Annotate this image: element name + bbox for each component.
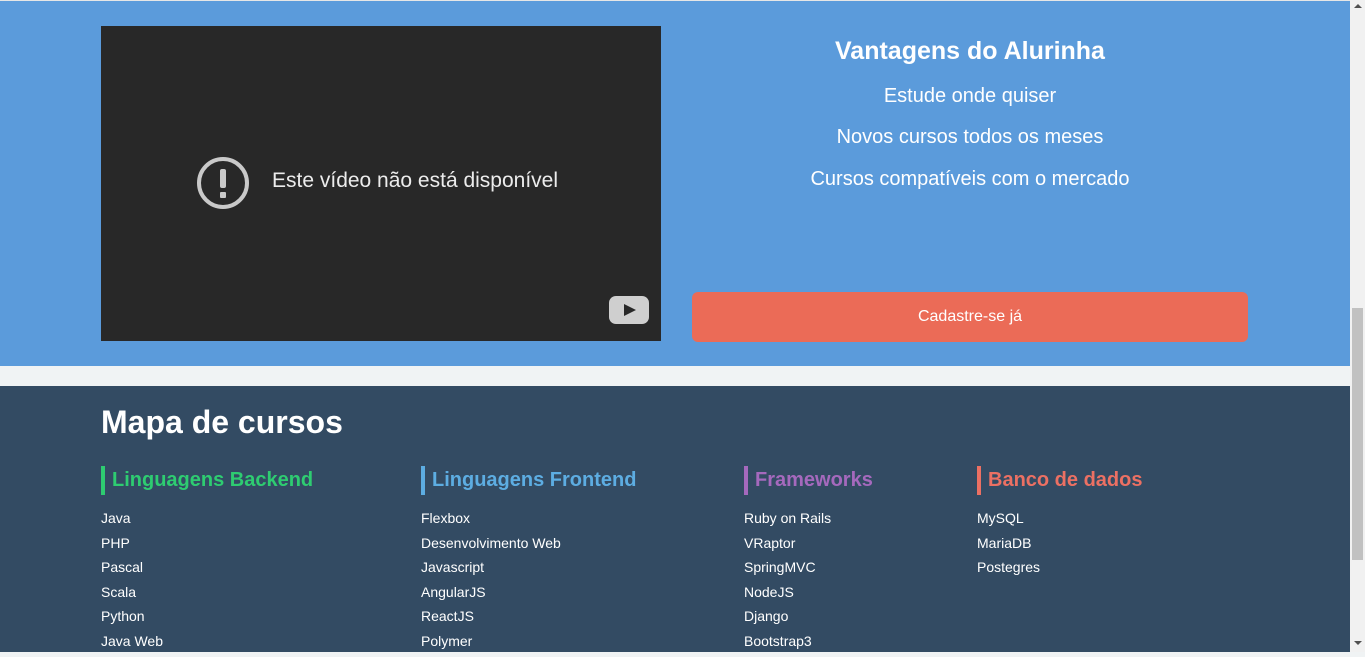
course-link[interactable]: Django <box>744 608 873 633</box>
advantages-section: Este vídeo não está disponível Vantagens… <box>0 1 1350 366</box>
course-link[interactable]: Scala <box>101 584 313 609</box>
course-link[interactable]: Flexbox <box>421 510 636 535</box>
youtube-logo-icon[interactable] <box>609 296 649 324</box>
course-link[interactable]: ReactJS <box>421 608 636 633</box>
course-list: Flexbox Desenvolvimento Web Javascript A… <box>421 510 636 657</box>
course-map-footer: Mapa de cursos Linguagens Backend Java P… <box>0 386 1350 652</box>
advantage-item: Cursos compatíveis com o mercado <box>692 168 1248 191</box>
advantage-item: Estude onde quiser <box>692 85 1248 108</box>
course-link[interactable]: Java <box>101 510 313 535</box>
course-link[interactable]: Javascript <box>421 559 636 584</box>
course-link[interactable]: SpringMVC <box>744 559 873 584</box>
column-heading: Banco de dados <box>977 466 1142 495</box>
course-link[interactable]: NodeJS <box>744 584 873 609</box>
video-unavailable-message: Este vídeo não está disponível <box>272 169 558 193</box>
vertical-scrollbar[interactable] <box>1350 0 1365 652</box>
course-link[interactable]: Desenvolvimento Web <box>421 535 636 560</box>
scroll-up-arrow-icon[interactable] <box>1354 4 1362 8</box>
warning-circle-icon <box>197 157 249 209</box>
course-link[interactable]: Bootstrap3 <box>744 633 873 657</box>
course-link[interactable]: MySQL <box>977 510 1142 535</box>
course-link[interactable]: Python <box>101 608 313 633</box>
course-column-frontend: Linguagens Frontend Flexbox Desenvolvime… <box>421 466 636 657</box>
course-link[interactable]: MariaDB <box>977 535 1142 560</box>
course-link[interactable]: Polymer <box>421 633 636 657</box>
course-column-backend: Linguagens Backend Java PHP Pascal Scala… <box>101 466 313 657</box>
course-link[interactable]: Postegres <box>977 559 1142 584</box>
column-heading: Frameworks <box>744 466 873 495</box>
signup-button[interactable]: Cadastre-se já <box>692 292 1248 342</box>
course-link[interactable]: Java Web <box>101 633 313 657</box>
course-column-frameworks: Frameworks Ruby on Rails VRaptor SpringM… <box>744 466 873 657</box>
scroll-down-arrow-icon[interactable] <box>1354 641 1362 645</box>
course-list: MySQL MariaDB Postegres <box>977 510 1142 584</box>
advantage-item: Novos cursos todos os meses <box>692 126 1248 149</box>
column-heading: Linguagens Frontend <box>421 466 636 495</box>
course-list: Ruby on Rails VRaptor SpringMVC NodeJS D… <box>744 510 873 657</box>
course-column-databases: Banco de dados MySQL MariaDB Postegres <box>977 466 1142 584</box>
course-link[interactable]: AngularJS <box>421 584 636 609</box>
scrollbar-thumb[interactable] <box>1352 308 1363 560</box>
course-map-title: Mapa de cursos <box>101 404 343 441</box>
advantages-title: Vantagens do Alurinha <box>692 37 1248 66</box>
course-link[interactable]: VRaptor <box>744 535 873 560</box>
course-link[interactable]: PHP <box>101 535 313 560</box>
course-link[interactable]: Ruby on Rails <box>744 510 873 535</box>
course-link[interactable]: Pascal <box>101 559 313 584</box>
video-player[interactable]: Este vídeo não está disponível <box>101 26 661 341</box>
course-list: Java PHP Pascal Scala Python Java Web <box>101 510 313 657</box>
column-heading: Linguagens Backend <box>101 466 313 495</box>
